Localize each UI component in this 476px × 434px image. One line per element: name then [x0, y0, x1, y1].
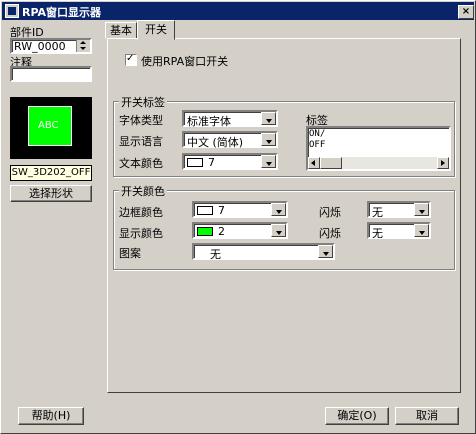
horizontal-scrollbar[interactable] — [308, 157, 449, 169]
chevron-down-icon[interactable] — [261, 155, 276, 168]
font-type-select[interactable]: 标准字体 — [182, 110, 278, 128]
blink1-select[interactable]: 无 — [367, 201, 431, 219]
chevron-down-icon[interactable] — [414, 224, 429, 237]
tab-basic[interactable]: 基本 — [105, 22, 137, 39]
spin-up-icon[interactable] — [80, 41, 86, 44]
display-color-select[interactable]: 2 — [192, 222, 288, 239]
ok-button[interactable]: 确定(O) — [325, 407, 389, 425]
preview-text: ABC — [38, 120, 59, 131]
blink2-value: 无 — [372, 227, 383, 240]
pattern-value: 无 — [210, 248, 221, 261]
display-color-value: 2 — [218, 225, 225, 238]
cancel-button[interactable]: 取消 — [395, 407, 459, 425]
display-color-swatch — [197, 227, 213, 236]
switch-label-group-title: 开关标签 — [119, 94, 167, 110]
border-color-label: 边框颜色 — [119, 206, 163, 219]
part-id-field[interactable]: RW_0000 — [10, 38, 92, 54]
language-label: 显示语言 — [119, 135, 163, 148]
title-bar: RPA窗口显示器 × — [2, 2, 474, 20]
text-color-swatch — [187, 158, 203, 167]
tab-switch[interactable]: 开关 — [137, 20, 175, 40]
scroll-right-button[interactable] — [437, 157, 449, 169]
chevron-down-icon[interactable] — [271, 224, 286, 237]
blink2-select[interactable]: 无 — [367, 222, 431, 240]
font-type-label: 字体类型 — [119, 114, 163, 127]
tag-textarea[interactable]: ON/ OFF — [306, 126, 451, 171]
language-value: 中文 (简体) — [187, 136, 244, 149]
scroll-thumb[interactable] — [320, 157, 342, 169]
close-button[interactable]: × — [458, 5, 474, 19]
text-color-value: 7 — [208, 156, 215, 169]
arrow-right-icon — [441, 160, 445, 166]
tag-line: ON/ — [309, 129, 326, 139]
shape-name-label: SW_3D202_OFF — [10, 165, 92, 181]
part-id-value: RW_0000 — [14, 40, 66, 53]
tag-text: ON/ OFF — [309, 129, 325, 151]
display-color-label: 显示颜色 — [119, 227, 163, 240]
use-switch-label: 使用RPA窗口开关 — [141, 55, 229, 68]
help-button[interactable]: 帮助(H) — [18, 407, 84, 425]
use-switch-checkbox[interactable]: ✓ — [125, 53, 137, 66]
chevron-down-icon[interactable] — [318, 245, 333, 258]
comment-field[interactable] — [10, 66, 92, 82]
border-color-select[interactable]: 7 — [192, 201, 288, 218]
chevron-down-icon[interactable] — [261, 112, 276, 125]
language-select[interactable]: 中文 (简体) — [182, 131, 278, 149]
border-color-swatch — [197, 206, 213, 215]
chevron-down-icon[interactable] — [261, 133, 276, 146]
scroll-left-button[interactable] — [308, 157, 320, 169]
app-icon — [5, 4, 19, 18]
switch-color-group-title: 开关颜色 — [119, 183, 167, 199]
pattern-select[interactable]: 无 — [192, 243, 335, 261]
blink1-value: 无 — [372, 206, 383, 219]
spin-down-icon[interactable] — [80, 47, 86, 50]
chevron-down-icon[interactable] — [271, 203, 286, 216]
dialog-window: RPA窗口显示器 × 部件ID RW_0000 注释 ABC SW_3D202_… — [0, 0, 476, 434]
blink2-label: 闪烁 — [319, 227, 341, 240]
checkmark-icon: ✓ — [126, 53, 135, 64]
shape-preview: ABC — [10, 97, 92, 159]
tag-line: OFF — [309, 140, 326, 150]
select-shape-button[interactable]: 选择形状 — [10, 185, 92, 202]
tab-panel: ✓ 使用RPA窗口开关 开关标签 字体类型 标准字体 显示语言 中文 (简体) … — [107, 38, 461, 393]
text-color-select[interactable]: 7 — [182, 153, 278, 170]
font-type-value: 标准字体 — [187, 115, 231, 128]
border-color-value: 7 — [218, 204, 225, 217]
part-id-spinner[interactable] — [76, 40, 90, 52]
blink1-label: 闪烁 — [319, 206, 341, 219]
pattern-label: 图案 — [119, 247, 141, 260]
arrow-left-icon — [311, 160, 315, 166]
chevron-down-icon[interactable] — [414, 203, 429, 216]
preview-switch: ABC — [28, 106, 72, 146]
window-title: RPA窗口显示器 — [22, 6, 102, 19]
text-color-label: 文本颜色 — [119, 157, 163, 170]
